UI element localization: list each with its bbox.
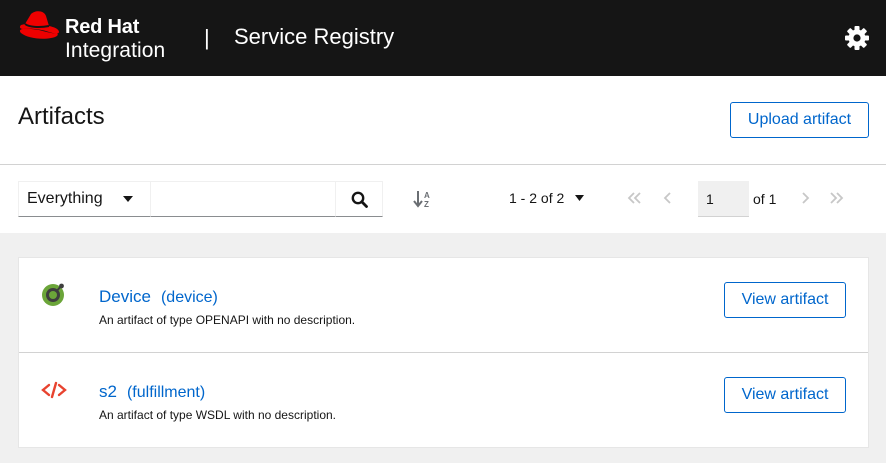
- upload-artifact-button[interactable]: Upload artifact: [730, 102, 869, 138]
- masthead: Red Hat Integration | Service Registry: [0, 0, 886, 76]
- section-divider: [0, 164, 886, 165]
- view-artifact-button[interactable]: View artifact: [724, 377, 846, 413]
- artifact-link[interactable]: Device (device): [99, 287, 218, 307]
- svg-text:Z: Z: [424, 200, 429, 209]
- artifact-description: An artifact of type OPENAPI with no desc…: [99, 313, 356, 327]
- page-count: of 1: [753, 191, 777, 207]
- search-icon: [351, 191, 368, 208]
- artifact-id: (fulfillment): [126, 384, 206, 401]
- search-button[interactable]: [335, 181, 383, 217]
- red-hat-icon: [19, 11, 60, 39]
- artifact-id: (device): [160, 289, 218, 306]
- next-page-icon[interactable]: [797, 190, 813, 206]
- page-title: Artifacts: [18, 103, 105, 130]
- red-hat-integration-logo[interactable]: Red Hat Integration: [17, 10, 197, 66]
- pagination-options-toggle[interactable]: 1 - 2 of 2: [509, 190, 585, 206]
- artifact-name: s2: [99, 382, 117, 401]
- artifact-description: An artifact of type WSDL with no descrip…: [99, 408, 336, 422]
- brand-product-line: Integration: [65, 39, 166, 62]
- filter-selected-value: Everything: [27, 190, 103, 207]
- caret-down-icon: [123, 196, 133, 202]
- product-name: Service Registry: [234, 24, 395, 49]
- list-item: s2 (fulfillment) An artifact of type WSDL…: [19, 353, 868, 448]
- svg-text:A: A: [424, 191, 430, 200]
- view-artifact-button[interactable]: View artifact: [724, 282, 846, 318]
- sort-alpha-down-icon: A Z: [413, 191, 430, 209]
- sort-button[interactable]: A Z: [412, 188, 434, 210]
- artifact-link[interactable]: s2 (fulfillment): [99, 382, 205, 402]
- masthead-separator: |: [204, 25, 210, 50]
- last-page-icon[interactable]: [829, 190, 845, 206]
- code-icon: [41, 381, 67, 399]
- list-item: Device (device) An artifact of type OPENA…: [19, 258, 868, 353]
- previous-page-icon[interactable]: [660, 190, 676, 206]
- artifact-name: Device: [99, 287, 151, 306]
- pagination-range: 1 - 2 of 2: [509, 190, 565, 206]
- brand-name: Red Hat: [65, 16, 140, 38]
- caret-down-icon: [575, 195, 585, 201]
- first-page-icon[interactable]: [626, 190, 642, 206]
- artifact-list: Device (device) An artifact of type OPENA…: [18, 257, 869, 448]
- settings-button[interactable]: [843, 24, 871, 52]
- current-page-input[interactable]: [698, 181, 749, 217]
- search-input[interactable]: [150, 181, 336, 217]
- filter-select[interactable]: Everything: [18, 181, 151, 217]
- openapi-icon: [42, 283, 64, 306]
- gear-icon: [845, 26, 869, 50]
